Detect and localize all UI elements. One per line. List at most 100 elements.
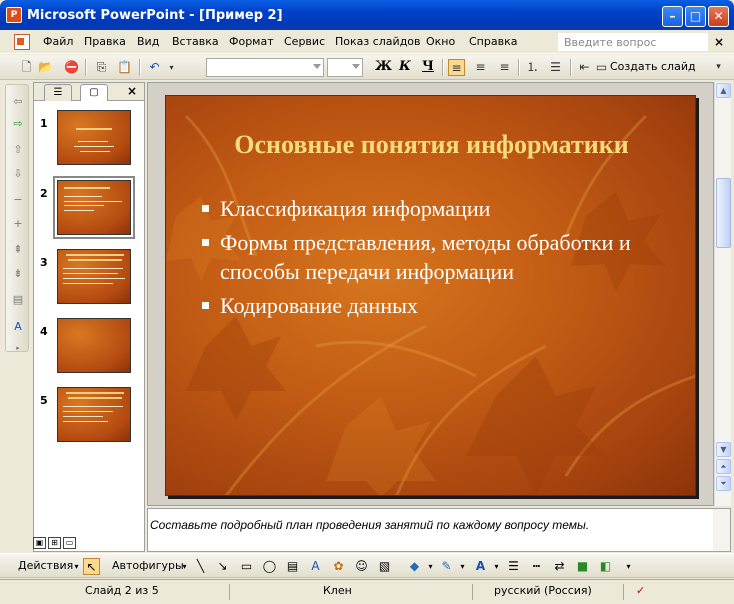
actions-menu[interactable]: Действия (18, 559, 73, 572)
open-folder-icon[interactable]: 📂 (37, 59, 54, 76)
line-icon[interactable]: ╲ (192, 558, 209, 575)
scrollbar-thumb[interactable] (716, 178, 731, 248)
bullets-icon[interactable]: ☰ (547, 59, 564, 76)
font-color-icon[interactable]: A (472, 558, 489, 575)
help-search-input[interactable]: Введите вопрос (558, 33, 708, 51)
scroll-down-icon[interactable]: ▼ (716, 442, 731, 457)
new-document-icon[interactable]: 🗋 (18, 59, 35, 76)
slide-thumbnail-1[interactable] (57, 110, 131, 165)
align-center-icon[interactable]: ≡ (472, 59, 489, 76)
select-pointer-icon[interactable]: ↖ (83, 558, 100, 575)
wordart-icon[interactable]: A (307, 558, 324, 575)
menu-insert[interactable]: Вставка (172, 35, 219, 48)
oval-icon[interactable]: ◯ (261, 558, 278, 575)
slide-thumbnail-3[interactable] (57, 249, 131, 304)
collapse-icon[interactable]: − (11, 193, 25, 207)
next-slide-icon[interactable]: ⏷ (716, 476, 731, 491)
move-up-icon[interactable]: ⇧ (11, 143, 25, 157)
undo-icon[interactable]: ↶ (146, 59, 163, 76)
menu-tools[interactable]: Сервис (284, 35, 325, 48)
powerpoint-app-icon[interactable]: P (6, 7, 22, 23)
chevron-down-icon[interactable] (352, 64, 360, 69)
notes-pane[interactable]: Составьте подробный план проведения заня… (147, 508, 731, 552)
close-button[interactable]: ✕ (708, 6, 729, 27)
scroll-up-icon[interactable]: ▲ (716, 83, 731, 98)
shadow-style-icon[interactable]: ■ (574, 558, 591, 575)
3d-style-icon[interactable]: ◧ (597, 558, 614, 575)
spelling-status-icon[interactable]: ✓ (636, 584, 658, 600)
document-icon[interactable] (14, 34, 30, 50)
line-style-icon[interactable]: ☰ (505, 558, 522, 575)
slide-title[interactable]: Основные понятия информатики (166, 130, 695, 160)
demote-icon[interactable]: ⇨ (11, 117, 25, 131)
dash-style-icon[interactable]: ┅ (528, 558, 545, 575)
font-name-combo[interactable] (206, 58, 324, 77)
menu-slideshow[interactable]: Показ слайдов (335, 35, 421, 48)
arrow-style-icon[interactable]: ⇄ (551, 558, 568, 575)
chevron-down-icon[interactable]: ▾ (454, 558, 471, 575)
slideshow-icon[interactable]: ▭ (63, 537, 76, 549)
underline-button[interactable]: Ч (422, 59, 434, 74)
slide-thumbnail-5[interactable] (57, 387, 131, 442)
menu-window[interactable]: Окно (426, 35, 455, 48)
chevron-down-icon[interactable]: ▾ (422, 558, 439, 575)
normal-view-icon[interactable]: ▣ (33, 537, 46, 549)
chevron-down-icon[interactable] (313, 64, 321, 69)
show-formatting-icon[interactable]: A (11, 320, 25, 334)
notes-text[interactable]: Составьте подробный план проведения заня… (150, 518, 589, 532)
vertical-scrollbar[interactable]: ▲ ▼ ⏶ ⏷ (714, 82, 731, 506)
permission-icon[interactable]: ⛔ (63, 59, 80, 76)
promote-icon[interactable]: ⇦ (11, 95, 25, 109)
copy-icon[interactable]: ⎘ (93, 59, 110, 76)
slide-thumbnail-2[interactable] (53, 176, 135, 239)
autoshapes-menu[interactable]: Автофигуры (112, 559, 184, 572)
align-left-icon[interactable]: ≡ (448, 59, 465, 76)
drawing-toolbar: Действия ▾ ↖ Автофигуры ▾ ╲ ↘ ▭ ◯ ▤ A ✿ … (0, 553, 734, 578)
minimize-button[interactable]: – (662, 6, 683, 27)
maximize-button[interactable]: □ (685, 6, 706, 27)
toolbar-options-icon[interactable]: ▾ (710, 59, 727, 76)
toolbar-options-icon[interactable]: ▸ (11, 341, 25, 355)
paste-icon[interactable]: 📋 (116, 59, 133, 76)
fill-color-icon[interactable]: ◆ (406, 558, 423, 575)
tab-outline[interactable]: ☰ (44, 84, 72, 101)
pane-close-icon[interactable]: × (127, 84, 137, 98)
expand-all-icon[interactable]: ⇟ (11, 267, 25, 281)
arrow-icon[interactable]: ↘ (214, 558, 231, 575)
tab-slides[interactable]: ▢ (80, 84, 108, 101)
previous-slide-icon[interactable]: ⏶ (716, 459, 731, 474)
toolbar-options-icon[interactable]: ▾ (620, 558, 637, 575)
menu-help[interactable]: Справка (469, 35, 517, 48)
slide-bullet-list[interactable]: Классификация информации Формы представл… (202, 194, 672, 325)
font-size-combo[interactable] (327, 58, 363, 77)
undo-dropdown-icon[interactable]: ▾ (163, 59, 180, 76)
slide-thumbnail-4[interactable] (57, 318, 131, 373)
summary-slide-icon[interactable]: ▤ (11, 293, 25, 307)
menu-edit[interactable]: Правка (84, 35, 126, 48)
rectangle-icon[interactable]: ▭ (238, 558, 255, 575)
new-slide-button[interactable]: Создать слайд (610, 60, 696, 73)
diagram-icon[interactable]: ✿ (330, 558, 347, 575)
new-slide-icon[interactable]: ▭ (593, 59, 610, 76)
menu-format[interactable]: Формат (229, 35, 274, 48)
notes-scrollbar[interactable] (713, 509, 730, 551)
decrease-indent-icon[interactable]: ⇤ (576, 59, 593, 76)
line-color-icon[interactable]: ✎ (438, 558, 455, 575)
chevron-down-icon[interactable]: ▾ (176, 558, 193, 575)
menu-view[interactable]: Вид (137, 35, 159, 48)
chevron-down-icon[interactable]: ▾ (488, 558, 505, 575)
italic-button[interactable]: К (399, 59, 411, 74)
bold-button[interactable]: Ж (375, 59, 392, 74)
align-right-icon[interactable]: ≡ (496, 59, 513, 76)
textbox-icon[interactable]: ▤ (284, 558, 301, 575)
expand-icon[interactable]: + (11, 217, 25, 231)
move-down-icon[interactable]: ⇩ (11, 167, 25, 181)
clipart-icon[interactable]: ☺ (353, 558, 370, 575)
menu-file[interactable]: Файл (43, 35, 73, 48)
picture-icon[interactable]: ▧ (376, 558, 393, 575)
slide-sorter-icon[interactable]: ⊞ (48, 537, 61, 549)
document-close-icon[interactable]: × (714, 35, 724, 49)
collapse-all-icon[interactable]: ⇞ (11, 243, 25, 257)
numbering-icon[interactable]: ⒈ (524, 59, 541, 76)
current-slide[interactable]: Основные понятия информатики Классификац… (165, 95, 696, 496)
